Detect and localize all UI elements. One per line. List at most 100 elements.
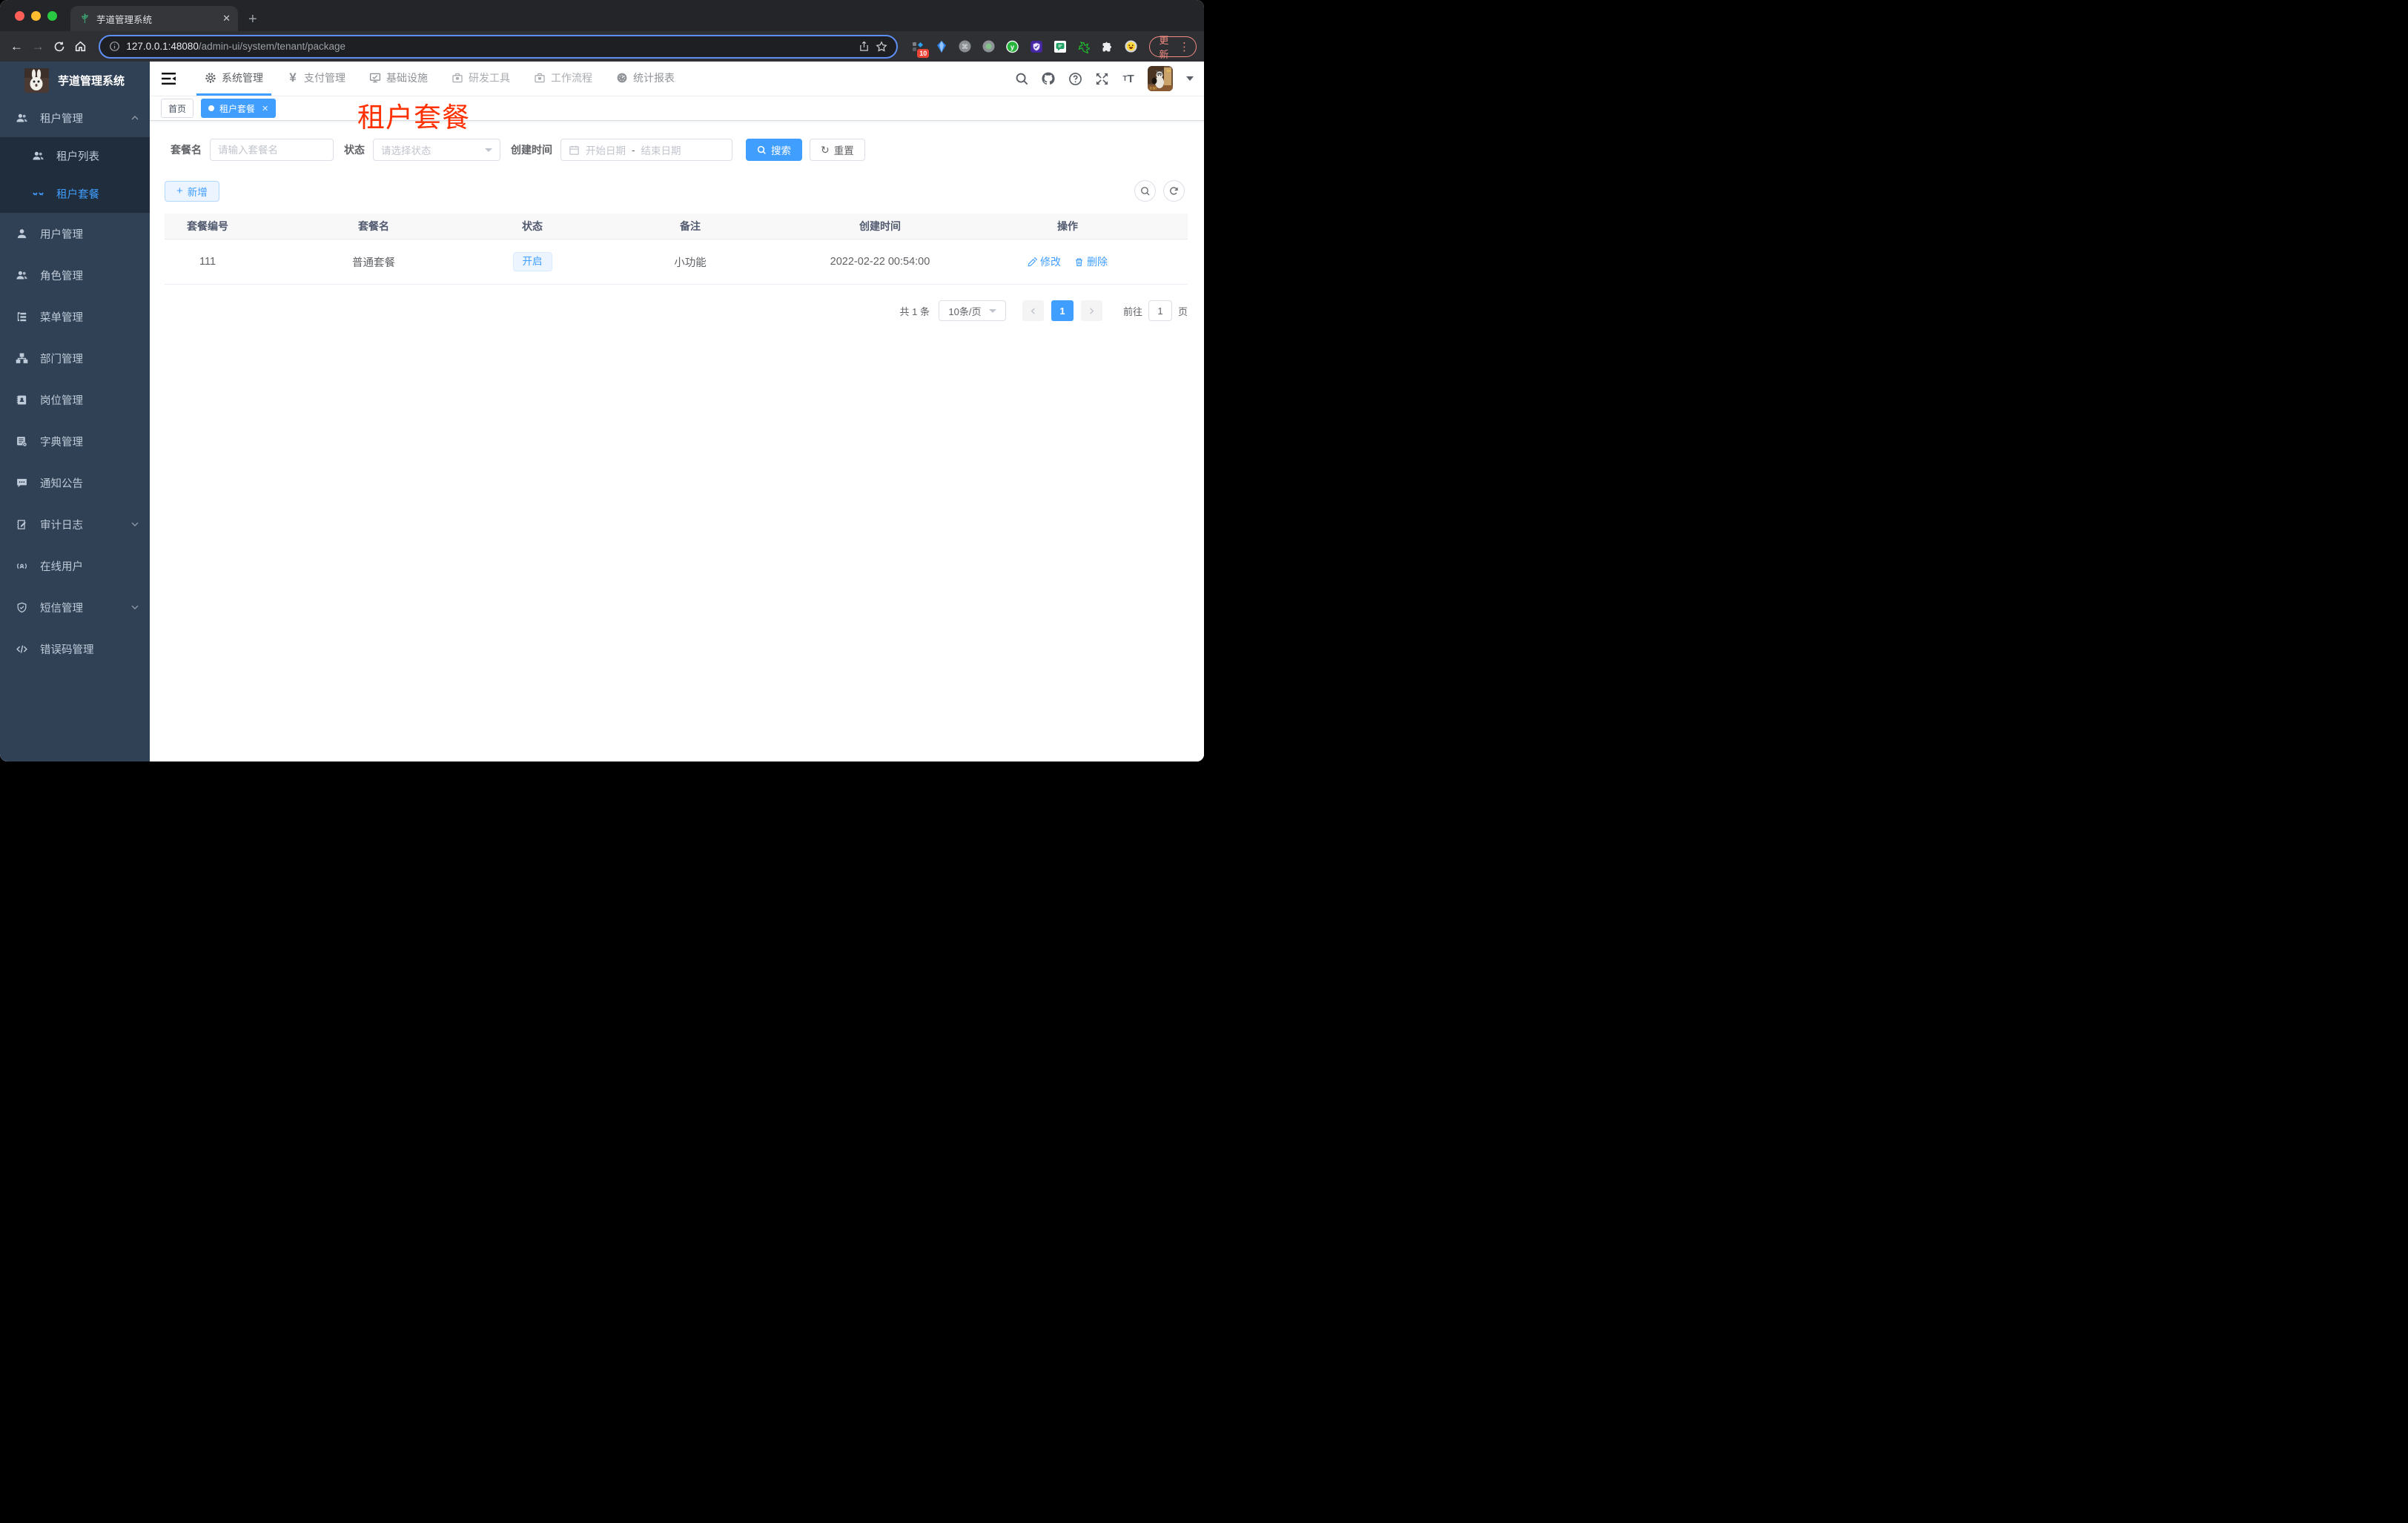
error-code-icon xyxy=(16,643,28,655)
goto-page-input[interactable] xyxy=(1148,300,1172,321)
nav-item-system[interactable]: 系统管理 xyxy=(196,62,271,96)
font-size-icon[interactable]: TT xyxy=(1121,71,1136,86)
url-text[interactable]: 127.0.0.1:48080/admin-ui/system/tenant/p… xyxy=(126,41,853,52)
reset-button[interactable]: ↻ 重置 xyxy=(810,139,865,161)
tab-tenant-package[interactable]: 租户套餐 ✕ xyxy=(201,99,277,118)
reload-icon[interactable] xyxy=(50,36,69,57)
sidebar-menu: 租户管理 租户列表 租户套餐 用户管理 角色管理 菜单管理 部门管理 岗位管理 … xyxy=(0,99,150,762)
column-header: 状态 xyxy=(522,220,543,232)
nav-item-label: 支付管理 xyxy=(304,71,345,84)
refresh-table-icon[interactable] xyxy=(1163,180,1185,202)
edit-link[interactable]: 修改 xyxy=(1028,254,1061,269)
close-icon[interactable]: ✕ xyxy=(262,104,268,113)
sidebar-item-label: 在线用户 xyxy=(40,561,83,573)
plus-icon: + xyxy=(176,185,183,197)
forward-icon[interactable]: → xyxy=(29,36,47,57)
header-right-icons: TT 0:30 69 xyxy=(1014,62,1194,96)
nav-item-payment[interactable]: ¥ 支付管理 xyxy=(279,62,354,96)
chevron-down-icon xyxy=(130,520,139,529)
nav-item-label: 系统管理 xyxy=(222,71,263,84)
status-select[interactable]: 请选择状态 xyxy=(373,139,500,161)
sidebar-item-role-mgmt[interactable]: 角色管理 xyxy=(0,254,150,296)
sidebar-item-user-mgmt[interactable]: 用户管理 xyxy=(0,213,150,254)
user-avatar[interactable]: 0:30 69 xyxy=(1148,66,1173,91)
url-bar[interactable]: 127.0.0.1:48080/admin-ui/system/tenant/p… xyxy=(99,34,899,59)
browser-tab[interactable]: 芋道管理系统 ✕ xyxy=(70,6,238,31)
svg-text:⌘: ⌘ xyxy=(962,43,968,50)
bookmark-star-icon[interactable] xyxy=(876,40,887,53)
date-range-picker[interactable]: 开始日期 - 结束日期 xyxy=(560,139,732,161)
sidebar-logo-row[interactable]: 芋道管理系统 xyxy=(0,62,150,99)
close-window-button[interactable] xyxy=(15,10,24,21)
nav-item-infra[interactable]: 基础设施 xyxy=(361,62,436,96)
sidebar-item-post-mgmt[interactable]: 岗位管理 xyxy=(0,379,150,420)
page-title-overlay: 租户套餐 xyxy=(357,102,470,133)
fullscreen-icon[interactable] xyxy=(1094,71,1109,86)
sidebar-item-dept-mgmt[interactable]: 部门管理 xyxy=(0,337,150,379)
search-button[interactable]: 搜索 xyxy=(746,139,802,161)
chrome-menu-kebab-icon[interactable]: ⋮ xyxy=(1179,40,1190,53)
help-icon[interactable] xyxy=(1068,71,1082,86)
svg-text:69: 69 xyxy=(1167,69,1171,73)
pagination: 共 1 条 10条/页 1 前往 页 xyxy=(165,300,1188,321)
route-tab-bar: 首页 租户套餐 ✕ xyxy=(150,96,1204,121)
sidebar-item-dict-mgmt[interactable]: 字典管理 xyxy=(0,420,150,462)
sidebar-item-menu-mgmt[interactable]: 菜单管理 xyxy=(0,296,150,337)
collapse-sidebar-icon[interactable] xyxy=(162,62,176,96)
extension-gem-icon[interactable] xyxy=(935,40,947,53)
prev-page-button[interactable] xyxy=(1022,300,1044,321)
sidebar-item-label: 部门管理 xyxy=(40,353,83,366)
share-icon[interactable] xyxy=(859,41,870,52)
extension-y-icon[interactable]: y xyxy=(1006,40,1019,53)
github-icon[interactable] xyxy=(1041,71,1056,86)
page-size-select[interactable]: 10条/页 xyxy=(938,300,1006,321)
toggle-search-icon[interactable] xyxy=(1134,180,1156,202)
sidebar-item-sms-mgmt[interactable]: 短信管理 xyxy=(0,587,150,628)
cell-created-at: 2022-02-22 00:54:00 xyxy=(830,256,930,268)
nav-item-devtools[interactable]: 研发工具 xyxy=(443,62,518,96)
back-icon[interactable]: ← xyxy=(7,36,26,57)
sidebar-item-tenant-group[interactable]: 租户管理 xyxy=(0,99,150,137)
sidebar-item-online-users[interactable]: 在线用户 xyxy=(0,545,150,587)
extension-dot-icon[interactable] xyxy=(982,40,995,53)
add-button[interactable]: + 新增 xyxy=(165,180,219,202)
sidebar-item-label: 字典管理 xyxy=(40,436,83,449)
sidebar-item-tenant-list[interactable]: 租户列表 xyxy=(0,137,150,175)
new-tab-button[interactable]: + xyxy=(248,11,257,28)
sidebar-item-tenant-package[interactable]: 租户套餐 xyxy=(0,175,150,213)
chrome-update-button[interactable]: 更新 ⋮ xyxy=(1149,35,1197,60)
profile-avatar-icon[interactable] xyxy=(1125,40,1137,53)
extension-star-icon[interactable] xyxy=(1077,40,1091,53)
page-number-button[interactable]: 1 xyxy=(1051,300,1074,321)
caret-down-icon[interactable] xyxy=(1186,76,1194,81)
status-tag: 开启 xyxy=(512,252,552,271)
tab-home[interactable]: 首页 xyxy=(161,99,194,118)
extension-shield-icon[interactable] xyxy=(1030,40,1042,53)
minimize-window-button[interactable] xyxy=(31,10,41,21)
package-name-input[interactable] xyxy=(210,139,334,161)
site-info-icon[interactable] xyxy=(109,41,120,52)
column-header: 备注 xyxy=(680,220,701,232)
pagination-total: 共 1 条 xyxy=(899,305,930,317)
data-table: 套餐编号 套餐名 状态 备注 创建时间 操作 111 普通套餐 开启 小功能 2… xyxy=(165,214,1188,285)
extension-grid-icon[interactable]: 10 xyxy=(911,40,930,58)
toolbox-icon xyxy=(534,72,546,84)
refresh-icon: ↻ xyxy=(821,143,830,156)
home-icon[interactable] xyxy=(71,36,90,57)
extension-command-icon[interactable]: ⌘ xyxy=(959,40,971,53)
audit-log-icon xyxy=(16,518,28,531)
extension-chat-icon[interactable] xyxy=(1054,40,1066,53)
nav-item-workflow[interactable]: 工作流程 xyxy=(526,62,601,96)
search-icon[interactable] xyxy=(1014,71,1029,86)
nav-item-reports[interactable]: 统计报表 xyxy=(608,62,683,96)
extensions-puzzle-icon[interactable] xyxy=(1101,40,1114,53)
sidebar-item-error-code[interactable]: 错误码管理 xyxy=(0,628,150,670)
package-name-input-field[interactable] xyxy=(218,144,325,156)
next-page-button[interactable] xyxy=(1080,300,1102,321)
table-setting-buttons xyxy=(1134,180,1185,202)
delete-link[interactable]: 删除 xyxy=(1074,254,1108,269)
sidebar-item-audit-log[interactable]: 审计日志 xyxy=(0,503,150,545)
tab-close-icon[interactable]: ✕ xyxy=(222,13,231,24)
sidebar-item-notice[interactable]: 通知公告 xyxy=(0,462,150,503)
zoom-window-button[interactable] xyxy=(47,10,57,21)
